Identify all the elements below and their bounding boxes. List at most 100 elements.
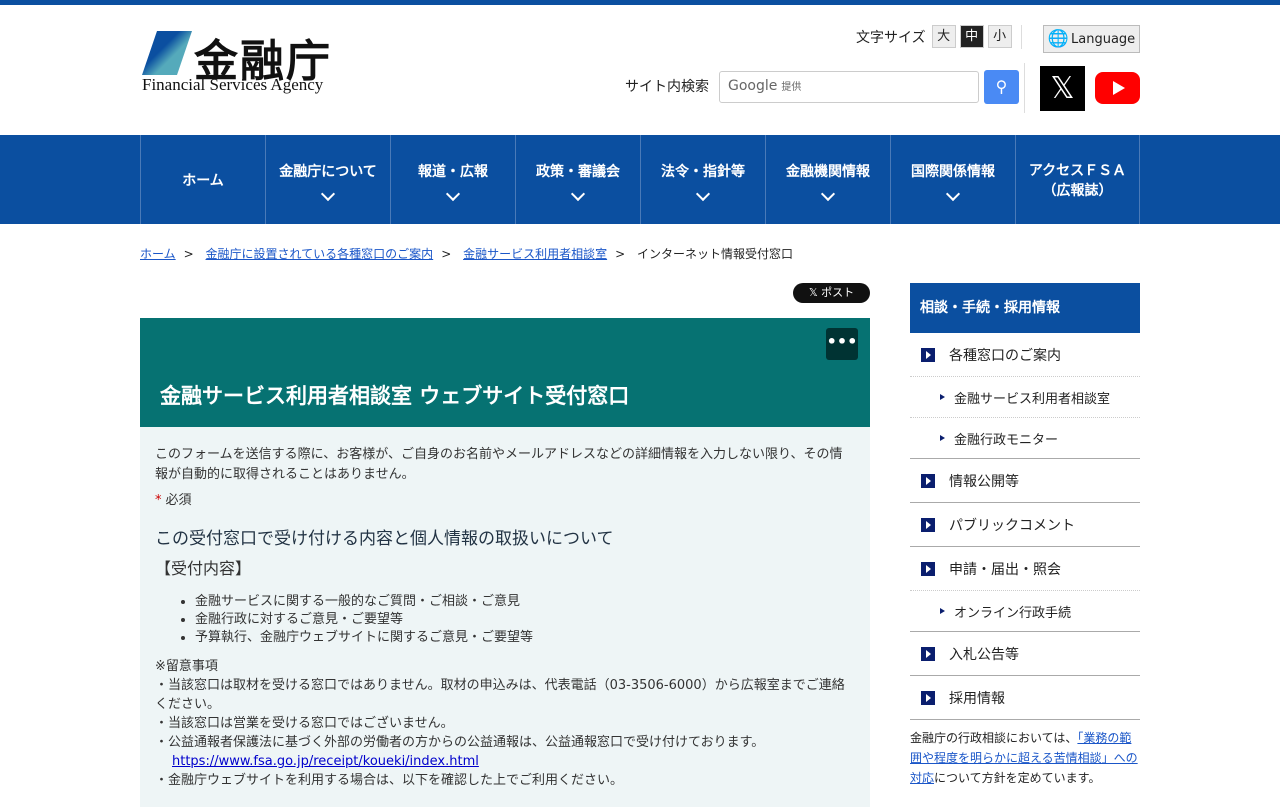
note-text: について方針を定めています。 [934,771,1101,785]
nav-label: 金融庁について [279,163,377,180]
sidebar-label: 金融サービス利用者相談室 [954,391,1111,407]
note-item: ・公益通報者保護法に基づく外部の労働者の方からの公益通報は、公益通報窓口で受け付… [155,735,765,750]
required-legend: * 必須 [155,491,855,511]
nav-institutions[interactable]: 金融機関情報 [765,135,890,224]
breadcrumb-separator: > [183,247,194,261]
arrow-icon [921,347,935,362]
sidebar-label: オンライン行政手続 [954,605,1072,621]
note-item: ・当該窓口は営業を受ける窓口ではございません。 [155,716,454,731]
sidebar-label: 金融行政モニター [954,432,1059,448]
triangle-icon [940,394,945,400]
nav-home[interactable]: ホーム [140,135,265,224]
required-label: 必須 [165,493,192,508]
nav-label: 政策・審議会 [536,163,620,180]
sidebar-item-disclosure[interactable]: 情報公開等 [910,459,1140,503]
language-label: Language [1071,31,1136,47]
arrow-icon [921,517,935,532]
breadcrumb-consultation[interactable]: 金融サービス利用者相談室 [463,247,607,261]
nav-label: 国際関係情報 [911,163,995,180]
font-size-medium[interactable]: 中 [959,25,984,48]
list-item: 金融サービスに関する一般的なご質問・ご相談・ご意見 [195,593,855,611]
search-input[interactable]: Google 提供 [719,71,979,103]
note-item: ・金融庁ウェブサイトを利用する場合は、以下を確認した上でご利用ください。 [155,773,624,788]
nav-label: ホーム [182,172,224,189]
triangle-icon [940,608,945,614]
logo-english: Financial Services Agency [142,75,324,94]
intro-text: このフォームを送信する際に、お客様が、ご自身のお名前やメールアドレスなどの詳細情… [155,447,843,482]
font-size-large[interactable]: 大 [931,25,956,48]
nav-about[interactable]: 金融庁について [265,135,390,224]
font-size-label: 文字サイズ [856,29,926,46]
nav-label: 報道・広報 [418,163,488,180]
nav-laws[interactable]: 法令・指針等 [640,135,765,224]
breadcrumb: ホーム > 金融庁に設置されている各種窓口のご案内 > 金融サービス利用者相談室 > … [140,245,793,262]
arrow-icon [921,690,935,705]
sidebar-title: 相談・手続・採用情報 [910,283,1140,333]
form-content: このフォームを送信する際に、お客様が、ご自身のお名前やメールアドレスなどの詳細情… [140,427,870,807]
sidebar-item-applications[interactable]: 申請・届出・照会 [910,547,1140,591]
whistleblower-link[interactable]: https://www.fsa.go.jp/receipt/koueki/ind… [172,754,479,769]
search-button[interactable]: ⚲ [984,70,1019,104]
arrow-icon [921,561,935,576]
search-label: サイト内検索 [625,79,709,95]
note-text: 金融庁の行政相談においては、 [910,731,1078,745]
nav-label: アクセスＦＳＡ [1028,162,1127,179]
sidebar-item-consultation[interactable]: 金融サービス利用者相談室 [910,377,1140,418]
header: 金融庁 Financial Services Agency 文字サイズ 大 中 … [0,5,1280,135]
breadcrumb-separator: > [615,247,626,261]
divider [1021,25,1022,49]
font-size-controls: 文字サイズ 大 中 小 [856,25,1012,48]
breadcrumb-windows[interactable]: 金融庁に設置されている各種窓口のご案内 [206,247,434,261]
note-item: ・当該窓口は取材を受ける窓口ではありません。取材の申込みは、代表電話（03-35… [155,678,845,712]
sidebar: 相談・手続・採用情報 各種窓口のご案内 金融サービス利用者相談室 金融行政モニタ… [910,283,1140,788]
nav-international[interactable]: 国際関係情報 [890,135,1015,224]
required-mark: * [155,493,162,508]
list-item: 予算執行、金融庁ウェブサイトに関するご意見・ご要望等 [195,629,855,647]
sidebar-item-monitor[interactable]: 金融行政モニター [910,418,1140,459]
more-options-button[interactable]: ••• [826,328,858,360]
x-twitter-icon[interactable]: 𝕏 [1040,66,1085,111]
logo-mark-icon [142,31,192,75]
notes: ※留意事項 ・当該窓口は取材を受ける窓口ではありません。取材の申込みは、代表電話… [155,657,855,790]
nav-policy[interactable]: 政策・審議会 [515,135,640,224]
nav-label: （広報誌） [1042,182,1113,199]
nav-access-fsa[interactable]: アクセスＦＳＡ （広報誌） [1015,135,1140,224]
list-item: 金融行政に対するご意見・ご要望等 [195,611,855,629]
sidebar-item-windows[interactable]: 各種窓口のご案内 [910,333,1140,377]
font-size-small[interactable]: 小 [987,25,1012,48]
notes-title: ※留意事項 [155,659,218,674]
section-heading: この受付窓口で受け付ける内容と個人情報の取扱いについて [155,529,614,549]
provided-label: 提供 [781,82,802,93]
subsection-heading: 【受付内容】 [155,559,252,578]
sidebar-label: 入札公告等 [949,646,1019,663]
chevron-down-icon [570,186,586,201]
language-button[interactable]: 🌐 Language [1043,25,1140,53]
breadcrumb-current: インターネット情報受付窓口 [636,247,793,261]
sidebar-item-bids[interactable]: 入札公告等 [910,632,1140,676]
breadcrumb-separator: > [441,247,452,261]
sidebar-item-recruit[interactable]: 採用情報 [910,676,1140,720]
sidebar-label: 申請・届出・照会 [949,561,1061,578]
sidebar-label: パブリックコメント [949,517,1075,534]
sidebar-label: 採用情報 [949,690,1005,707]
chevron-down-icon [695,186,711,201]
fsa-logo[interactable]: 金融庁 Financial Services Agency [142,29,332,95]
chevron-down-icon [820,186,836,201]
nav-press[interactable]: 報道・広報 [390,135,515,224]
nav-label: 法令・指針等 [661,163,745,180]
chevron-down-icon [320,186,336,201]
accepted-items-list: 金融サービスに関する一般的なご質問・ご相談・ご意見 金融行政に対するご意見・ご要… [195,593,855,647]
google-label: Google [728,78,778,94]
sidebar-item-online[interactable]: オンライン行政手続 [910,591,1140,632]
breadcrumb-home[interactable]: ホーム [140,247,176,261]
sidebar-item-public-comment[interactable]: パブリックコメント [910,503,1140,547]
divider [1024,63,1025,113]
global-nav: ホーム 金融庁について 報道・広報 政策・審議会 法令・指針等 金融機関情報 国… [0,135,1280,224]
x-post-button[interactable]: 𝕏 ポスト [793,283,870,303]
arrow-icon [921,646,935,661]
triangle-icon [940,435,945,441]
youtube-icon[interactable] [1095,72,1140,104]
nav-label: 金融機関情報 [786,163,870,180]
sidebar-note: 金融庁の行政相談においては、「業務の範囲や程度を明らかに超える苦情相談」への対応… [910,728,1140,788]
chevron-down-icon [445,186,461,201]
